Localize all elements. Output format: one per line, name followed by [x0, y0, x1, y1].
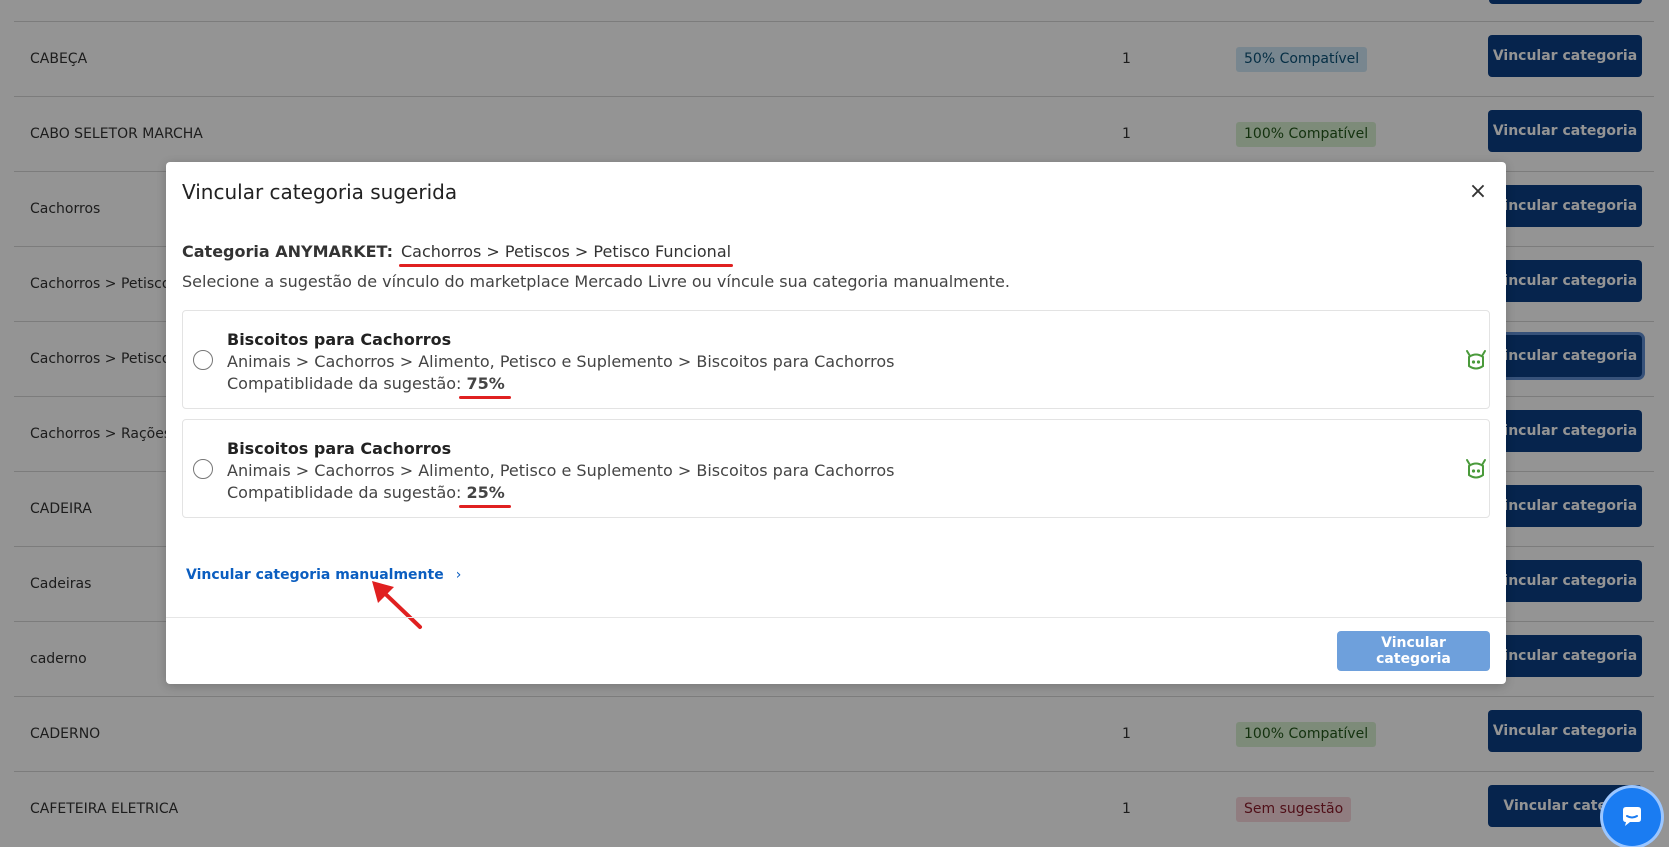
compat-label: Compatiblidade da sugestão:	[227, 374, 462, 393]
suggestion-title: Biscoitos para Cachorros	[227, 330, 452, 349]
category-label: Categoria ANYMARKET:	[182, 242, 393, 261]
submit-link-button[interactable]: Vincular categoria	[1337, 631, 1490, 671]
suggestion-title: Biscoitos para Cachorros	[227, 439, 452, 458]
compat-value: 25%	[466, 483, 505, 502]
robot-icon	[1466, 459, 1486, 479]
suggestion-radio[interactable]	[193, 350, 213, 370]
compat-label: Compatiblidade da sugestão:	[227, 483, 462, 502]
suggestion-details: Biscoitos para Cachorros Animais > Cacho…	[227, 329, 894, 395]
instructions-text: Selecione a sugestão de vínculo do marke…	[182, 272, 1010, 291]
close-icon[interactable]: ×	[1462, 176, 1494, 208]
category-path: Cachorros > Petiscos > Petisco Funcional	[400, 242, 732, 261]
footer-divider	[166, 617, 1506, 618]
chat-button[interactable]	[1603, 788, 1661, 846]
suggestion-path: Animais > Cachorros > Alimento, Petisco …	[227, 461, 895, 480]
suggestion-card[interactable]: Biscoitos para Cachorros Animais > Cacho…	[182, 310, 1490, 409]
annotation-arrow-icon	[372, 581, 422, 629]
suggestion-compat: Compatiblidade da sugestão: 75%	[227, 373, 894, 395]
link-category-modal: Vincular categoria sugerida × Categoria …	[166, 162, 1506, 684]
suggestion-path: Animais > Cachorros > Alimento, Petisco …	[227, 352, 895, 371]
suggestion-radio[interactable]	[193, 459, 213, 479]
suggestion-compat: Compatiblidade da sugestão: 25%	[227, 482, 894, 504]
compat-value: 75%	[466, 374, 505, 393]
suggestion-details: Biscoitos para Cachorros Animais > Cacho…	[227, 438, 894, 504]
suggestion-card[interactable]: Biscoitos para Cachorros Animais > Cacho…	[182, 419, 1490, 518]
chat-icon	[1623, 807, 1641, 826]
modal-title: Vincular categoria sugerida	[182, 180, 458, 204]
anymarket-category: Categoria ANYMARKET: Cachorros > Petiscos…	[182, 242, 731, 261]
robot-icon	[1466, 350, 1486, 370]
chevron-right-icon: ›	[455, 567, 462, 583]
